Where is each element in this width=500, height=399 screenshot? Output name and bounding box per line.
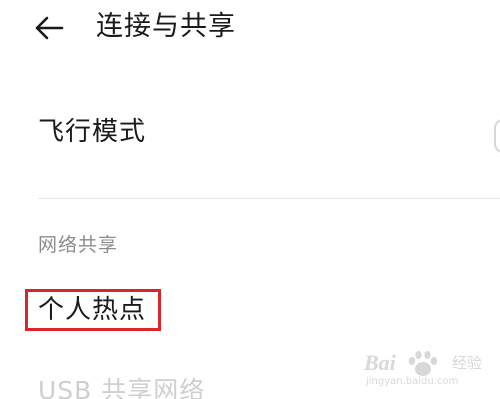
divider [38,198,500,199]
airplane-mode-row[interactable]: 飞行模式 [0,100,500,166]
airplane-mode-label: 飞行模式 [38,117,147,147]
watermark-brand: Bai [364,350,396,375]
back-button[interactable] [28,8,72,48]
page-title: 连接与共享 [96,11,236,42]
network-sharing-section-header: 网络共享 [38,234,119,256]
watermark-product: 经验 [452,354,483,372]
connection-sharing-screen: 连接与共享 飞行模式 网络共享 个人热点 USB 共享网络 Bai 经验 jin… [0,0,500,399]
arrow-left-icon [35,16,64,40]
watermark-url: jingyan.baidu.com [366,376,459,387]
airplane-mode-toggle[interactable] [494,119,500,153]
baidu-jingyan-watermark: Bai 经验 jingyan.baidu.com [362,346,492,394]
personal-hotspot-highlight [25,289,161,331]
usb-tethering-label: USB 共享网络 [38,376,206,399]
